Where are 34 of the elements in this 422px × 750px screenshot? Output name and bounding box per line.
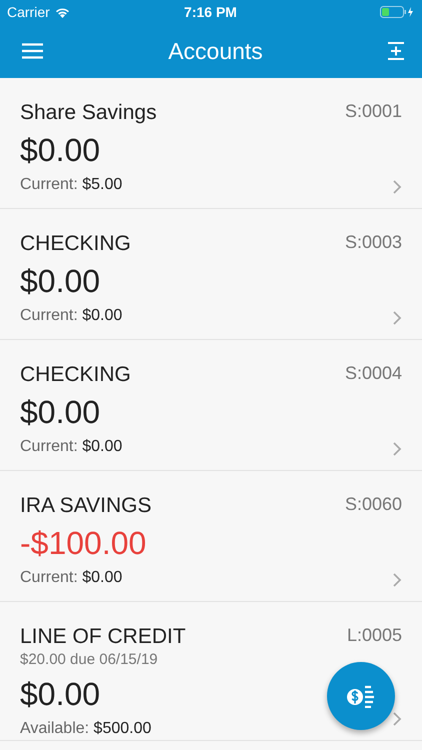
account-number: L:0005 — [346, 624, 402, 646]
account-balance: $0.00 — [20, 131, 102, 170]
account-detail: Available: $500.00 — [20, 719, 152, 739]
carrier-name: Carrier — [7, 4, 50, 20]
coin-list-icon — [346, 684, 376, 708]
account-detail: Current: $5.00 — [20, 175, 124, 195]
chevron-icon — [393, 712, 402, 726]
account-name: CHECKING — [20, 362, 131, 388]
chevron-icon — [393, 180, 402, 194]
payment-due: $20.00 due 06/15/19 — [20, 650, 159, 670]
wifi-icon — [54, 6, 70, 18]
account-balance: $0.00 — [20, 393, 102, 432]
account-name: Share Savings — [20, 100, 157, 126]
account-name: LINE OF CREDIT — [20, 624, 186, 650]
expand-collapse-button[interactable] — [388, 42, 404, 60]
chevron-icon — [393, 442, 402, 456]
account-name: CHECKING — [20, 231, 131, 257]
chevron-icon — [393, 311, 402, 325]
menu-button[interactable] — [22, 43, 43, 59]
account-detail: Current: $0.00 — [20, 306, 124, 326]
account-detail: Current: $0.00 — [20, 568, 124, 588]
page-title: Accounts — [168, 38, 263, 64]
account-detail: Current: $0.00 — [20, 437, 124, 457]
battery-icon — [380, 6, 414, 18]
account-balance: $0.00 — [20, 675, 102, 714]
account-balance: $0.00 — [20, 262, 102, 301]
account-number: S:0004 — [344, 362, 402, 384]
account-number: S:0060 — [344, 493, 402, 515]
status-time: 7:16 PM — [184, 4, 237, 20]
account-number: S:0003 — [344, 231, 402, 253]
account-balance: -$100.00 — [20, 524, 148, 563]
account-name: IRA SAVINGS — [20, 493, 152, 519]
chevron-icon — [393, 573, 402, 587]
account-number: S:0001 — [344, 100, 402, 122]
